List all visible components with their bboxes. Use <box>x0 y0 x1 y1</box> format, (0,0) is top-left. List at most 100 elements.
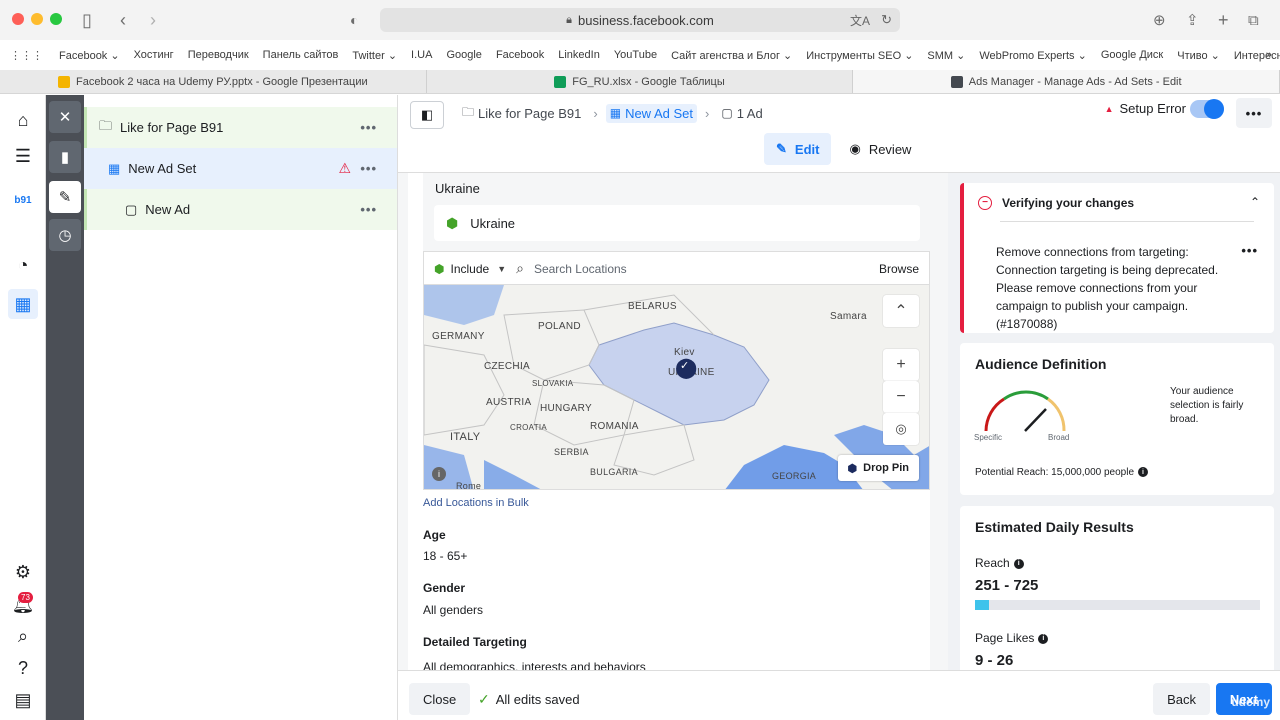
browse-link[interactable]: Browse <box>879 262 919 276</box>
bookmark[interactable]: Интересное ⌄ <box>1234 49 1280 62</box>
translate-icon[interactable]: 文A <box>850 12 870 29</box>
tab-edit[interactable]: ✎ Edit <box>764 133 832 165</box>
apps-grid-icon[interactable]: ⋮⋮⋮ <box>10 49 43 62</box>
home-icon[interactable]: ⌂ <box>8 105 38 135</box>
report-icon[interactable]: ▤ <box>8 685 38 715</box>
bookmark[interactable]: Twitter ⌄ <box>352 49 397 62</box>
bookmark[interactable]: Панель сайтов <box>263 49 339 61</box>
crumb-campaign[interactable]: 🗀 Like for Page B91 <box>458 101 585 126</box>
gender-value[interactable]: All genders <box>423 603 483 617</box>
info-icon[interactable]: i <box>1013 558 1024 569</box>
close-icon[interactable]: ✕ <box>49 101 81 133</box>
bookmark[interactable]: LinkedIn <box>558 49 600 61</box>
forward-arrow-icon[interactable]: › <box>150 8 156 32</box>
download-icon[interactable]: ⊕ <box>1153 8 1166 32</box>
location-chip[interactable]: ⬢ Ukraine <box>434 205 920 241</box>
dashboard-gauge-icon[interactable]: ◔ <box>8 250 38 280</box>
adset-toggle-switch[interactable] <box>1190 99 1224 119</box>
share-icon[interactable]: ⇪ <box>1186 8 1199 32</box>
new-tab-icon[interactable]: + <box>1218 8 1229 32</box>
reload-icon[interactable]: ↻ <box>881 12 892 28</box>
close-button[interactable]: Close <box>409 683 471 715</box>
more-options-button[interactable]: ••• <box>1236 98 1272 128</box>
crumb-ad[interactable]: ▢ 1 Ad <box>717 104 766 123</box>
search-icon[interactable]: ⌕ <box>8 621 38 651</box>
address-bar[interactable]: 🔒︎ business.facebook.com 文A ↻ <box>380 8 900 32</box>
info-icon[interactable]: i <box>1038 633 1049 644</box>
tree-item-campaign[interactable]: 🗀 Like for Page B91 ••• <box>84 107 397 148</box>
drop-pin-button[interactable]: ⬢ Drop Pin <box>837 455 919 481</box>
zoom-in-icon[interactable]: + <box>883 349 919 381</box>
bookmarks-overflow-icon[interactable]: » <box>1266 49 1272 61</box>
info-icon[interactable]: i <box>1138 467 1149 478</box>
location-map[interactable]: GERMANY POLAND BELARUS Samara CZECHIA SL… <box>423 284 930 490</box>
bookmark[interactable]: Facebook ⌄ <box>59 49 120 62</box>
ads-manager-table-icon[interactable]: ▦ <box>8 289 38 319</box>
tab-review-label: Review <box>868 141 912 157</box>
audience-title: Audience Definition <box>975 356 1107 372</box>
bookmark[interactable]: Google Диск <box>1101 49 1163 61</box>
sidebar-toggle-icon[interactable]: ▯ <box>82 8 92 32</box>
menu-icon[interactable]: ☰ <box>8 141 38 171</box>
close-window-button[interactable] <box>12 13 24 25</box>
include-dropdown[interactable]: Include <box>450 262 489 276</box>
privacy-shield-icon[interactable]: ◐ <box>350 8 358 32</box>
bookmark[interactable]: Facebook <box>496 49 544 61</box>
age-value[interactable]: 18 - 65+ <box>423 549 467 563</box>
settings-gear-icon[interactable]: ⚙ <box>8 557 38 587</box>
add-locations-bulk-link[interactable]: Add Locations in Bulk <box>423 497 529 509</box>
browser-tab[interactable]: FG_RU.xlsx - Google Таблицы <box>427 70 854 93</box>
udemy-watermark: udemy <box>1231 695 1270 709</box>
toggle-panel-icon[interactable]: ◧ <box>410 101 444 129</box>
tree-item-ad[interactable]: ▢ New Ad ••• <box>84 189 397 230</box>
bookmark[interactable]: Google <box>446 49 481 61</box>
collapse-map-chevron-up-icon[interactable]: ⌃ <box>883 295 919 327</box>
bookmark[interactable]: WebPromo Experts ⌄ <box>979 49 1086 62</box>
bookmark[interactable]: Чтиво ⌄ <box>1177 49 1220 62</box>
bookmark[interactable]: Переводчик <box>188 49 249 61</box>
tab-review[interactable]: ◉ Review <box>837 133 923 165</box>
pencil-icon: ✎ <box>776 141 787 156</box>
notification-badge: 73 <box>18 592 33 603</box>
bookmark[interactable]: I.UA <box>411 49 432 61</box>
reach-value: 251 - 725 <box>975 577 1039 594</box>
help-icon[interactable]: ? <box>8 653 38 683</box>
minimize-window-button[interactable] <box>31 13 43 25</box>
browser-tab[interactable]: Facebook 2 часа на Udemy РУ.pptx - Googl… <box>0 70 427 93</box>
back-button[interactable]: Back <box>1153 683 1210 715</box>
zoom-out-icon[interactable]: − <box>883 381 919 413</box>
detailed-targeting-value[interactable]: All demographics, interests and behavior… <box>423 660 646 670</box>
tab-overview-icon[interactable]: ⧉ <box>1248 8 1259 32</box>
tree-item-adset[interactable]: ▦ New Ad Set ⚠ ••• <box>84 148 397 189</box>
bookmark[interactable]: Хостинг <box>134 49 174 61</box>
edit-pencil-icon[interactable]: ✎ <box>49 181 81 213</box>
bookmark[interactable]: SMM ⌄ <box>927 49 965 62</box>
verify-title: Verifying your changes <box>1002 196 1135 210</box>
potential-reach-text: Potential Reach: 15,000,000 people <box>975 467 1135 478</box>
search-locations-input[interactable]: Search Locations <box>534 262 627 276</box>
crumb-adset[interactable]: ▦ New Ad Set <box>605 103 697 123</box>
folder-icon: 🗀 <box>99 117 113 133</box>
zoom-window-button[interactable] <box>50 13 62 25</box>
bookmark[interactable]: Инструменты SEO ⌄ <box>806 49 913 62</box>
my-location-icon[interactable]: ◎ <box>883 413 919 445</box>
history-clock-icon[interactable]: ◷ <box>49 219 81 251</box>
bookmark[interactable]: Сайт агенства и Блог ⌄ <box>671 49 792 62</box>
ad-more-icon[interactable]: ••• <box>360 202 377 217</box>
caret-down-icon[interactable]: ▼ <box>497 264 506 274</box>
adset-more-icon[interactable]: ••• <box>360 161 377 176</box>
likes-value: 9 - 26 <box>975 652 1014 669</box>
charts-icon[interactable]: ▮ <box>49 141 81 173</box>
right-summary-panel: − Verifying your changes ⌃ Remove connec… <box>948 173 1280 670</box>
account-logo-icon[interactable]: b91 <box>8 185 38 215</box>
bookmark[interactable]: YouTube <box>614 49 657 61</box>
verify-more-icon[interactable]: ••• <box>1241 243 1258 258</box>
tab-edit-label: Edit <box>794 141 820 157</box>
chevron-up-icon[interactable]: ⌃ <box>1250 195 1260 209</box>
setup-error-status[interactable]: ▲ Setup Error <box>1105 101 1186 116</box>
back-arrow-icon[interactable]: ‹ <box>120 8 126 32</box>
campaign-more-icon[interactable]: ••• <box>360 120 377 135</box>
verify-title-row[interactable]: − Verifying your changes <box>978 196 1134 210</box>
map-info-icon[interactable]: i <box>432 467 446 481</box>
browser-tab-active[interactable]: Ads Manager - Manage Ads - Ad Sets - Edi… <box>853 70 1280 93</box>
